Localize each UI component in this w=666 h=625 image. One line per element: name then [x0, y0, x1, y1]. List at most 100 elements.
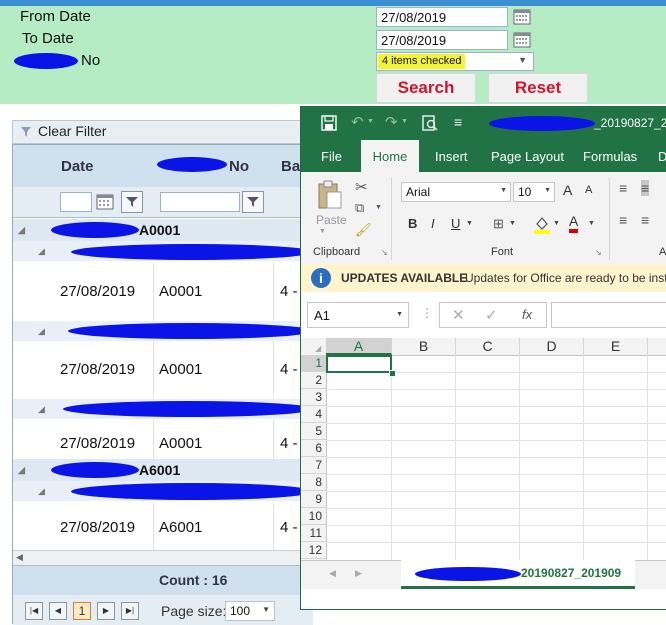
no-filter-input[interactable] [160, 192, 240, 212]
italic-button[interactable]: I [431, 216, 435, 231]
column-header-a[interactable]: A [326, 338, 392, 355]
tab-file[interactable]: File [321, 140, 342, 174]
table-row[interactable]: 27/08/2019 A0001 4 - [13, 263, 313, 322]
more-options-icon[interactable]: ⋮ [421, 306, 433, 320]
column-header-d[interactable]: D [520, 338, 584, 355]
cancel-icon[interactable]: ✕ [452, 306, 465, 324]
clear-filter-button[interactable]: Clear Filter [38, 123, 106, 139]
calendar-icon[interactable] [512, 7, 532, 27]
customize-toolbar-icon[interactable]: ≡ [454, 114, 462, 130]
formula-input[interactable] [551, 302, 666, 328]
first-page-icon[interactable]: |◀ [25, 602, 43, 620]
dialog-launcher-icon[interactable]: ↘ [595, 248, 602, 257]
dialog-launcher-icon[interactable]: ↘ [381, 248, 388, 257]
enter-icon[interactable]: ✓ [485, 306, 498, 324]
reset-button[interactable]: Reset [488, 73, 588, 103]
row-header[interactable]: 8 [301, 474, 326, 491]
collapse-icon[interactable]: ◢ [38, 246, 45, 257]
group-row[interactable]: ◢ A0001 [13, 219, 313, 241]
subgroup-row[interactable]: ◢ [13, 399, 313, 419]
select-all-icon[interactable]: ◢ [315, 344, 321, 353]
page-size-select[interactable]: 100 ▼ [225, 601, 275, 621]
row-header[interactable]: 3 [301, 389, 326, 406]
align-left-icon[interactable]: ≡ [619, 212, 627, 228]
collapse-icon[interactable]: ◢ [38, 326, 45, 337]
subgroup-row[interactable]: ◢ [13, 481, 313, 501]
collapse-icon[interactable]: ◢ [38, 486, 45, 497]
print-preview-icon[interactable] [422, 115, 438, 131]
next-page-icon[interactable]: ▶ [97, 602, 115, 620]
table-row[interactable]: 27/08/2019 A6001 4 - [13, 503, 313, 552]
search-button[interactable]: Search [376, 73, 476, 103]
format-painter-icon[interactable]: 🖌 [355, 222, 372, 238]
tab-data[interactable]: D [658, 140, 666, 174]
group-row[interactable]: ◢ A6001 [13, 459, 313, 481]
column-header-e[interactable]: E [584, 338, 648, 355]
scroll-tabs-left-icon[interactable]: ◀ [329, 568, 336, 579]
align-middle-icon[interactable]: ≡ [641, 180, 650, 196]
table-row[interactable]: 27/08/2019 A0001 4 - [13, 341, 313, 400]
column-header-no[interactable]: No [153, 145, 274, 187]
bold-button[interactable]: B [408, 216, 417, 231]
last-page-icon[interactable]: ▶| [121, 602, 139, 620]
date-filter-input[interactable] [60, 192, 92, 212]
tab-home[interactable]: Home [361, 140, 419, 172]
items-dropdown[interactable]: 4 items checked ▼ [376, 52, 534, 71]
fill-color-icon[interactable] [533, 214, 551, 234]
name-box[interactable]: A1 ▼ [307, 302, 409, 328]
shrink-font-icon[interactable]: A [585, 184, 592, 196]
from-date-input[interactable]: 27/08/2019 [376, 7, 508, 27]
undo-icon[interactable]: ↶ [351, 113, 364, 131]
cut-icon[interactable]: ✂ [355, 178, 368, 196]
row-header[interactable]: 5 [301, 423, 326, 440]
row-header[interactable]: 12 [301, 542, 326, 559]
tab-insert[interactable]: Insert [435, 140, 468, 174]
collapse-icon[interactable]: ◢ [18, 465, 25, 476]
collapse-icon[interactable]: ◢ [38, 404, 45, 415]
row-header[interactable]: 11 [301, 525, 326, 542]
row-header[interactable]: 6 [301, 440, 326, 457]
font-color-icon[interactable]: A [569, 214, 579, 233]
subgroup-row[interactable]: ◢ [13, 241, 313, 261]
scroll-left-icon[interactable]: ◀ [16, 552, 23, 563]
redo-icon[interactable]: ↷ [385, 113, 398, 131]
borders-icon[interactable]: ⊞ [493, 216, 504, 232]
calendar-icon[interactable] [96, 193, 114, 211]
row-header[interactable]: 1 [301, 355, 326, 372]
collapse-icon[interactable]: ◢ [18, 225, 25, 236]
copy-icon[interactable]: ⧉ [355, 200, 364, 216]
font-size-select[interactable]: 10 ▼ [513, 182, 555, 202]
subgroup-row[interactable]: ◢ [13, 321, 313, 341]
active-cell-a1[interactable] [326, 355, 392, 373]
page-number[interactable]: 1 [73, 602, 91, 620]
grow-font-icon[interactable]: A [563, 182, 572, 198]
fill-handle[interactable] [389, 370, 396, 377]
align-top-icon[interactable]: ≡ [619, 180, 627, 196]
filter-icon[interactable] [121, 191, 143, 213]
align-center-icon[interactable]: ≡ [641, 212, 649, 228]
save-icon[interactable] [321, 115, 337, 131]
tab-page-layout[interactable]: Page Layout [491, 140, 564, 174]
column-header-date[interactable]: Date [47, 145, 154, 187]
sheet-tab[interactable]: 20190827_201909 [401, 560, 635, 589]
to-date-input[interactable]: 27/08/2019 [376, 30, 508, 50]
to-date-label: To Date [22, 30, 74, 47]
column-header-b[interactable]: B [392, 338, 456, 355]
paste-icon[interactable] [317, 180, 343, 210]
calendar-icon[interactable] [512, 30, 532, 50]
prev-page-icon[interactable]: ◀ [49, 602, 67, 620]
row-header[interactable]: 7 [301, 457, 326, 474]
font-name-select[interactable]: Arial ▼ [401, 182, 511, 202]
chevron-down-icon: ▼ [509, 220, 516, 227]
underline-button[interactable]: U [451, 216, 460, 231]
column-header-c[interactable]: C [456, 338, 520, 355]
insert-function-icon[interactable]: fx [522, 307, 532, 322]
row-header[interactable]: 10 [301, 508, 326, 525]
scroll-tabs-right-icon[interactable]: ▶ [355, 568, 362, 579]
row-header[interactable]: 9 [301, 491, 326, 508]
row-header[interactable]: 2 [301, 372, 326, 389]
row-header[interactable]: 4 [301, 406, 326, 423]
tab-formulas[interactable]: Formulas [583, 140, 637, 174]
horizontal-scrollbar[interactable]: ◀ [13, 550, 313, 565]
filter-icon[interactable] [242, 191, 264, 213]
